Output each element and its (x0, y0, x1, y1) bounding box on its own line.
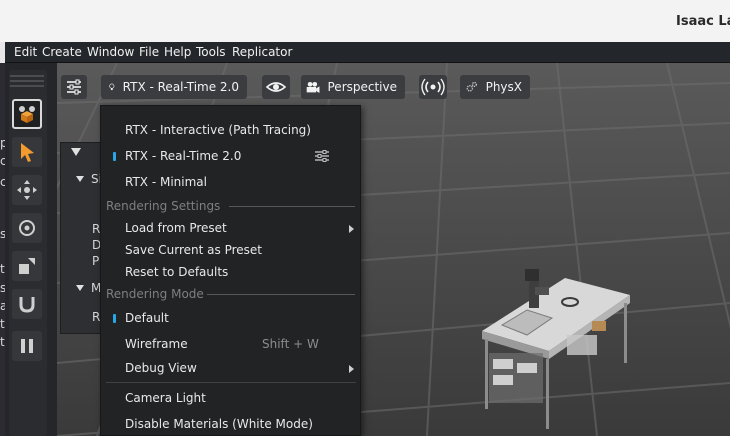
viewport-settings-button[interactable] (61, 75, 87, 99)
menu-item-rtx-minimal[interactable]: RTX - Minimal (125, 175, 207, 189)
magnet-icon (19, 297, 35, 313)
active-indicator (113, 152, 116, 161)
menu-item-debug-view[interactable]: Debug View (125, 361, 197, 375)
menu-item-rtx-realtime[interactable]: RTX - Real-Time 2.0 (125, 149, 241, 163)
snap-tool-button[interactable] (12, 289, 42, 319)
menu-bar: Edit Create Window File Help Tools Repli… (5, 42, 730, 63)
menu-separator (106, 382, 356, 383)
section-header-rendering-mode: Rendering Mode (106, 287, 204, 301)
scale-icon (19, 258, 35, 274)
window-title: Isaac La (676, 14, 730, 29)
menu-replicator[interactable]: Replicator (232, 45, 292, 59)
menu-item-disable-materials[interactable]: Disable Materials (White Mode) (125, 417, 313, 431)
select-cube-icon (19, 106, 35, 123)
visibility-button[interactable] (262, 75, 290, 99)
menu-item-wireframe[interactable]: Wireframe (125, 337, 188, 351)
section-header-rendering-settings: Rendering Settings (106, 199, 221, 213)
renderer-settings-icon[interactable] (312, 148, 332, 164)
rotate-tool-button[interactable] (12, 213, 42, 243)
lightbulb-icon (109, 83, 115, 91)
scale-tool-button[interactable] (12, 251, 42, 281)
collapse-triangle-icon[interactable] (71, 148, 81, 156)
window-titlebar: Isaac La (0, 0, 730, 42)
menu-item-save-preset[interactable]: Save Current as Preset (125, 243, 262, 257)
physics-dropdown-button[interactable]: PhysX (460, 75, 530, 99)
pause-button[interactable] (12, 331, 42, 361)
menu-file[interactable]: File (139, 45, 159, 59)
eye-icon (265, 82, 287, 92)
palette-grip[interactable] (10, 80, 44, 82)
menu-tools[interactable]: Tools (196, 45, 226, 59)
rotate-icon (19, 220, 35, 236)
panel-row-label: P (92, 254, 100, 268)
palette-grip[interactable] (10, 75, 44, 77)
renderer-dropdown-button[interactable]: RTX - Real-Time 2.0 (101, 75, 247, 99)
menu-item-rtx-interactive[interactable]: RTX - Interactive (Path Tracing) (125, 123, 311, 137)
pause-icon (21, 339, 33, 353)
shortcut-label: Shift + W (262, 337, 319, 351)
submenu-arrow-icon (349, 365, 354, 373)
move-tool-button[interactable] (12, 175, 42, 205)
menu-item-default-mode[interactable]: Default (125, 311, 169, 325)
sliders-icon (67, 79, 81, 95)
cursor-arrow-icon (21, 143, 34, 162)
move-arrows-icon (17, 180, 37, 200)
menu-item-reset-defaults[interactable]: Reset to Defaults (125, 265, 228, 279)
sensors-button[interactable] (419, 75, 447, 99)
active-indicator (113, 314, 116, 323)
gears-icon (466, 81, 477, 92)
collapse-triangle-icon[interactable] (76, 285, 84, 291)
palette-grip[interactable] (10, 85, 44, 87)
menu-item-camera-light[interactable]: Camera Light (125, 391, 206, 405)
menu-window[interactable]: Window (87, 45, 134, 59)
submenu-arrow-icon (349, 225, 354, 233)
broadcast-icon (421, 78, 445, 96)
collapse-triangle-icon[interactable] (76, 176, 84, 182)
camera-label: Perspective (327, 80, 398, 94)
select-mode-button[interactable] (12, 99, 42, 129)
underlay-char: t (0, 335, 5, 349)
menu-edit[interactable]: Edit (14, 45, 37, 59)
menu-help[interactable]: Help (164, 45, 191, 59)
camera-dropdown-button[interactable]: Perspective (301, 75, 405, 99)
camera-icon (306, 81, 320, 94)
underlay-char: t (0, 317, 5, 331)
renderer-label: RTX - Real-Time 2.0 (122, 80, 239, 94)
physics-label: PhysX (485, 80, 522, 94)
section-divider (229, 206, 355, 207)
menu-create[interactable]: Create (42, 45, 82, 59)
menu-item-load-preset[interactable]: Load from Preset (125, 221, 227, 235)
select-tool-button[interactable] (12, 137, 42, 167)
section-divider (207, 294, 355, 295)
underlay-char: t (0, 262, 5, 276)
